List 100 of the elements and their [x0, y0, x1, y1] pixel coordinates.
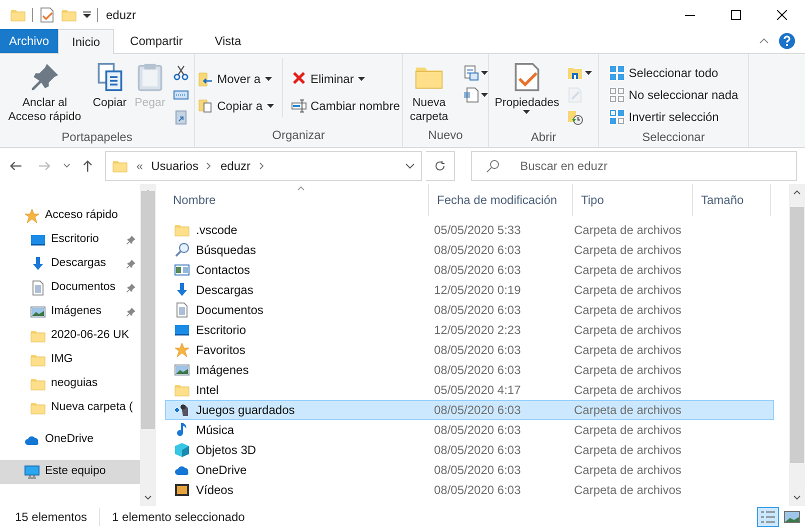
chevron-icon[interactable]	[206, 162, 212, 170]
file-row[interactable]: Vídeos 08/05/2020 6:03 Carpeta de archivos	[165, 480, 774, 500]
ribbon-button[interactable]: Copiar	[90, 58, 129, 110]
date-cell-text: 12/05/2020 0:19	[433, 282, 522, 299]
nav-item[interactable]: Nueva carpeta (	[0, 396, 140, 420]
type-cell-text: Carpeta de archivos	[574, 282, 682, 299]
column-header[interactable]: Fecha de modificación	[429, 184, 573, 216]
folder-icon	[30, 400, 46, 416]
ribbon-button[interactable]: Eliminar	[286, 68, 404, 90]
scroll-up-icon[interactable]	[793, 189, 801, 195]
ribbon-button[interactable]: Copiar a	[193, 95, 278, 117]
refresh-button[interactable]	[426, 151, 456, 181]
nav-item[interactable]: neoguias	[0, 372, 140, 396]
customize-toolbar-icon[interactable]	[83, 11, 91, 19]
nav-item[interactable]: Escritorio	[0, 228, 140, 252]
column-header[interactable]: Nombre	[165, 184, 429, 216]
scroll-down-icon[interactable]	[793, 495, 801, 501]
file-row[interactable]: OneDrive 08/05/2020 6:03 Carpeta de archivos	[165, 460, 774, 480]
desktop-icon	[30, 232, 46, 248]
date-cell-text: 08/05/2020 6:03	[433, 482, 522, 499]
scrollbar[interactable]	[789, 184, 805, 506]
caret-icon	[266, 104, 274, 108]
file-row[interactable]: Música 08/05/2020 6:03 Carpeta de archivos	[165, 420, 774, 440]
nav-item[interactable]: Descargas	[0, 252, 140, 276]
folder-icon	[10, 7, 26, 23]
type-cell-text: Carpeta de archivos	[574, 362, 682, 379]
dropdown-icon[interactable]	[405, 163, 416, 169]
nav-item[interactable]: Imágenes	[0, 300, 140, 324]
folder-icon	[174, 222, 190, 238]
file-name: .vscode	[196, 222, 238, 239]
date-cell-text: 05/05/2020 4:17	[433, 382, 522, 399]
scroll-down-icon[interactable]	[144, 495, 152, 501]
details-view-button[interactable]	[757, 507, 779, 527]
scrollbar[interactable]	[140, 184, 156, 506]
folder-icon	[30, 328, 46, 344]
ribbon-tab[interactable]: Inicio	[58, 29, 114, 54]
date-cell-text: 08/05/2020 6:03	[433, 262, 522, 279]
file-row[interactable]: Escritorio 12/05/2020 2:23 Carpeta de archivos	[165, 320, 774, 340]
file-row[interactable]: Juegos guardados 08/05/2020 6:03 Carpeta de archivos	[165, 400, 774, 420]
desktop-icon	[174, 322, 190, 338]
file-row[interactable]: Contactos 08/05/2020 6:03 Carpeta de archivos	[165, 260, 774, 280]
breadcrumb[interactable]: Usuarios	[151, 157, 198, 175]
search-input[interactable]: Buscar en eduzr	[520, 157, 780, 175]
maximize-icon	[731, 10, 741, 20]
ribbon-button[interactable]: Cambiar nombre	[286, 95, 404, 117]
nav-item[interactable]: Documentos	[0, 276, 140, 300]
column-header[interactable]: Tamaño	[693, 184, 771, 216]
nav-item[interactable]: 2020-06-26 UK	[0, 324, 140, 348]
document-icon	[463, 87, 479, 103]
file-name: Vídeos	[196, 482, 234, 499]
overflow-indicator[interactable]: «	[136, 157, 144, 175]
search-field[interactable]: Buscar en eduzr	[471, 151, 798, 181]
video-icon	[174, 482, 190, 498]
address-bar[interactable]: « Usuarios eduzr	[105, 151, 422, 181]
chevron-icon[interactable]	[258, 162, 264, 170]
ribbon-button[interactable]: No seleccionar nada	[604, 84, 742, 106]
search-icon	[486, 159, 500, 173]
date-cell-text: 05/05/2020 5:33	[433, 222, 522, 239]
type-cell-text: Carpeta de archivos	[574, 342, 682, 359]
nav-item[interactable]: Este equipo	[0, 460, 140, 484]
nav-item[interactable]: IMG	[0, 348, 140, 372]
refresh-icon	[434, 160, 446, 172]
picture-icon	[30, 304, 46, 320]
file-row[interactable]: Búsquedas 08/05/2020 6:03 Carpeta de archivos	[165, 240, 774, 260]
file-row[interactable]: Imágenes 08/05/2020 6:03 Carpeta de archivos	[165, 360, 774, 380]
ribbon-button[interactable]: Nueva carpeta	[401, 58, 457, 124]
star-icon	[24, 208, 40, 224]
ribbon-button[interactable]: Propiedades	[492, 58, 562, 114]
file-row[interactable]: Documentos 08/05/2020 6:03 Carpeta de archivos	[165, 300, 774, 320]
caret-icon	[264, 77, 272, 81]
date-cell-text: 08/05/2020 6:03	[433, 442, 522, 459]
ribbon-tab[interactable]: Vista	[198, 29, 258, 53]
ribbon-button[interactable]: Invertir selección	[604, 106, 742, 128]
scissors-icon	[173, 65, 190, 81]
file-name: Documentos	[196, 302, 264, 319]
ribbon-button[interactable]: Mover a	[193, 68, 278, 90]
star-icon	[174, 342, 190, 358]
file-row[interactable]: Intel 05/05/2020 4:17 Carpeta de archivos	[165, 380, 774, 400]
selection-status: 1 elemento seleccionado	[111, 509, 246, 526]
file-row[interactable]: Favoritos 08/05/2020 6:03 Carpeta de archivos	[165, 340, 774, 360]
ribbon-button[interactable]: Anclar al Acceso rápido	[2, 58, 87, 124]
type-cell-text: Carpeta de archivos	[574, 262, 682, 279]
recent-locations-icon[interactable]	[62, 163, 70, 169]
help-icon[interactable]	[779, 33, 795, 49]
column-header[interactable]: Tipo	[573, 184, 693, 216]
computer-icon	[24, 464, 40, 480]
nav-item[interactable]: OneDrive	[0, 428, 140, 452]
file-row[interactable]: Descargas 12/05/2020 0:19 Carpeta de archivos	[165, 280, 774, 300]
file-row[interactable]: Objetos 3D 08/05/2020 6:03 Carpeta de archivos	[165, 440, 774, 460]
collapse-ribbon-icon[interactable]	[759, 38, 769, 44]
breadcrumb[interactable]: eduzr	[220, 157, 250, 175]
ribbon-tab[interactable]: Compartir	[114, 29, 199, 53]
ribbon-button[interactable]: Seleccionar todo	[604, 62, 742, 84]
file-row[interactable]: .vscode 05/05/2020 5:33 Carpeta de archivos	[165, 220, 774, 240]
file-name: Imágenes	[196, 362, 249, 379]
file-name: Juegos guardados	[196, 402, 295, 419]
ribbon-tab[interactable]: Archivo	[0, 29, 58, 53]
nav-item[interactable]: Acceso rápido	[0, 204, 140, 228]
file-name: Objetos 3D	[196, 442, 256, 459]
date-cell-text: 08/05/2020 6:03	[433, 342, 522, 359]
